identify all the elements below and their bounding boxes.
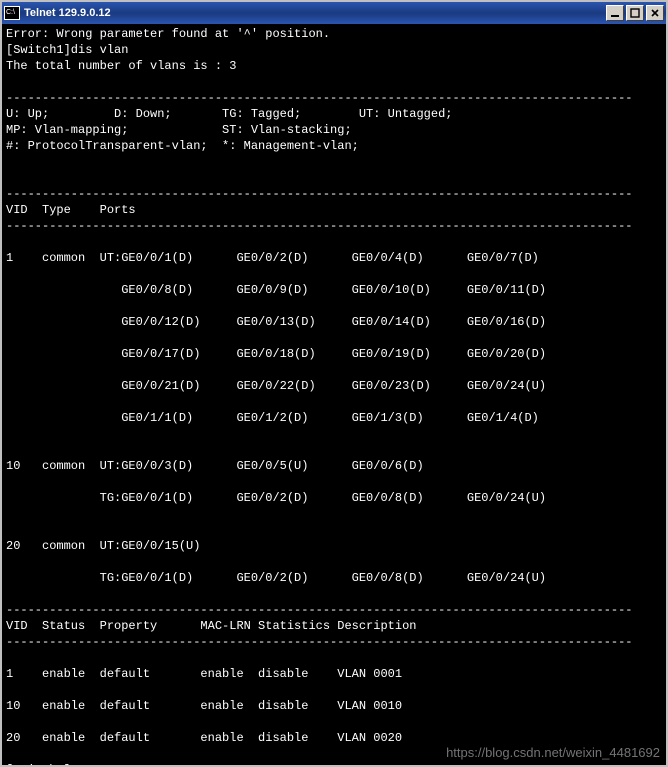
watermark: https://blog.csdn.net/weixin_4481692 (446, 745, 660, 761)
minimize-icon (610, 8, 620, 18)
telnet-window: C:\ Telnet 129.9.0.12 Error: Wrong param… (0, 0, 668, 767)
prompt[interactable]: [Switch1] (6, 763, 71, 765)
terminal-output[interactable]: Error: Wrong parameter found at '^' posi… (2, 24, 666, 765)
minimize-button[interactable] (606, 5, 624, 21)
maximize-icon (630, 8, 640, 18)
titlebar[interactable]: C:\ Telnet 129.9.0.12 (2, 2, 666, 24)
window-title: Telnet 129.9.0.12 (24, 7, 604, 19)
cmd-icon: C:\ (4, 6, 20, 20)
maximize-button[interactable] (626, 5, 644, 21)
close-icon (650, 8, 660, 18)
close-button[interactable] (646, 5, 664, 21)
